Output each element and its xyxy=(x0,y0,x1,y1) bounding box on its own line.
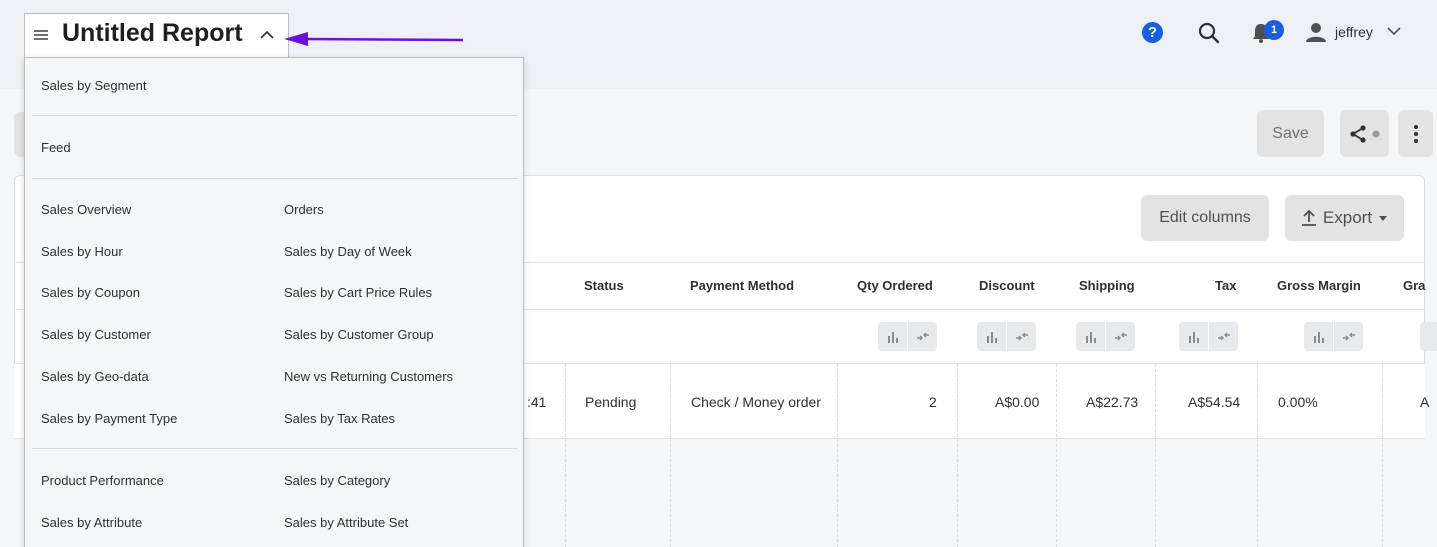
export-button[interactable]: Export xyxy=(1285,195,1404,241)
cell-grand-total-fragment: A xyxy=(1420,394,1430,410)
menu-item-sales-by-customer[interactable]: Sales by Customer xyxy=(41,327,151,342)
search-icon[interactable] xyxy=(1198,22,1220,44)
save-button[interactable]: Save xyxy=(1257,110,1324,157)
report-title[interactable]: Untitled Report xyxy=(62,19,243,48)
menu-item-sales-by-payment-type[interactable]: Sales by Payment Type xyxy=(41,411,177,426)
gross-margin-filter[interactable] xyxy=(1304,322,1363,351)
more-vertical-icon xyxy=(1413,124,1418,143)
edit-columns-button[interactable]: Edit columns xyxy=(1141,195,1269,241)
cell-divider xyxy=(837,364,838,547)
cell-divider xyxy=(1056,364,1057,547)
menu-item-sales-by-coupon[interactable]: Sales by Coupon xyxy=(41,285,140,300)
column-header-shipping[interactable]: Shipping xyxy=(1079,278,1135,293)
tax-filter[interactable] xyxy=(1179,322,1238,351)
menu-item-sales-by-category[interactable]: Sales by Category xyxy=(284,473,390,488)
menu-item-sales-by-customer-group[interactable]: Sales by Customer Group xyxy=(284,327,434,342)
bar-chart-icon[interactable] xyxy=(1076,322,1105,351)
cell-divider xyxy=(670,364,671,547)
compare-icon[interactable] xyxy=(1334,322,1363,351)
cell-divider xyxy=(1155,364,1156,547)
menu-item-sales-by-geo-data[interactable]: Sales by Geo-data xyxy=(41,369,149,384)
column-header-discount[interactable]: Discount xyxy=(979,278,1035,293)
menu-item-new-vs-returning-customers[interactable]: New vs Returning Customers xyxy=(284,369,453,384)
shipping-filter[interactable] xyxy=(1076,322,1135,351)
export-label: Export xyxy=(1322,208,1373,227)
cell-qty-ordered: 2 xyxy=(929,394,937,410)
upload-icon xyxy=(1301,209,1316,226)
username[interactable]: jeffrey xyxy=(1335,24,1373,40)
compare-icon[interactable] xyxy=(908,322,937,351)
menu-item-sales-by-hour[interactable]: Sales by Hour xyxy=(41,244,123,259)
menu-item-sales-by-attribute[interactable]: Sales by Attribute xyxy=(41,515,142,530)
bar-chart-icon[interactable] xyxy=(878,322,907,351)
compare-icon[interactable] xyxy=(1106,322,1135,351)
discount-filter[interactable] xyxy=(977,322,1036,351)
menu-item-sales-by-tax-rates[interactable]: Sales by Tax Rates xyxy=(284,411,395,426)
bar-chart-icon[interactable] xyxy=(1304,322,1333,351)
menu-divider xyxy=(32,115,518,116)
cell-date-fragment: :41 xyxy=(527,394,547,410)
chevron-down-icon[interactable] xyxy=(1387,26,1401,36)
caret-down-icon xyxy=(1379,216,1388,221)
cell-status: Pending xyxy=(585,394,637,410)
cell-payment-method: Check / Money order xyxy=(691,394,821,410)
bar-chart-icon[interactable] xyxy=(1179,322,1208,351)
more-options-button[interactable] xyxy=(1398,110,1433,157)
column-header-status[interactable]: Status xyxy=(584,278,624,293)
menu-divider xyxy=(32,178,518,179)
menu-item-sales-by-day-of-week[interactable]: Sales by Day of Week xyxy=(284,244,412,259)
share-button[interactable] xyxy=(1340,110,1389,157)
notification-badge: 1 xyxy=(1264,20,1284,40)
cell-discount: A$0.00 xyxy=(995,394,1040,410)
column-header-qty-ordered[interactable]: Qty Ordered xyxy=(857,278,933,293)
menu-item-sales-by-segment[interactable]: Sales by Segment xyxy=(41,78,147,93)
menu-item-feed[interactable]: Feed xyxy=(41,140,71,155)
bar-chart-icon[interactable] xyxy=(1420,322,1437,351)
annotation-arrow-icon xyxy=(284,32,464,46)
user-avatar-icon[interactable] xyxy=(1305,21,1327,43)
column-header-grand-total[interactable]: Gra xyxy=(1403,278,1425,293)
bar-chart-icon[interactable] xyxy=(977,322,1006,351)
qty-ordered-filter[interactable] xyxy=(878,322,937,351)
menu-item-product-performance[interactable]: Product Performance xyxy=(41,473,164,488)
menu-item-sales-by-cart-price-rules[interactable]: Sales by Cart Price Rules xyxy=(284,285,432,300)
share-icon xyxy=(1349,124,1379,143)
cell-divider xyxy=(957,364,958,547)
hamburger-menu-icon[interactable] xyxy=(34,29,48,41)
report-type-dropdown: Sales by Segment Feed Sales Overview Ord… xyxy=(24,57,524,547)
column-header-payment-method[interactable]: Payment Method xyxy=(690,278,794,293)
menu-item-orders[interactable]: Orders xyxy=(284,202,324,217)
compare-icon[interactable] xyxy=(1209,322,1238,351)
column-header-gross-margin[interactable]: Gross Margin xyxy=(1277,278,1361,293)
chevron-up-icon[interactable] xyxy=(259,29,275,39)
menu-divider xyxy=(32,448,518,449)
cell-divider xyxy=(1382,364,1383,547)
cell-gross-margin: 0.00% xyxy=(1278,394,1318,410)
cell-divider xyxy=(565,364,566,547)
cell-tax: A$54.54 xyxy=(1188,394,1241,410)
menu-item-sales-overview[interactable]: Sales Overview xyxy=(41,202,131,217)
cell-shipping: A$22.73 xyxy=(1086,394,1139,410)
grand-total-filter-partial[interactable] xyxy=(1420,322,1437,351)
cell-divider xyxy=(1257,364,1258,547)
menu-item-sales-by-attribute-set[interactable]: Sales by Attribute Set xyxy=(284,515,408,530)
help-icon[interactable]: ? xyxy=(1142,22,1163,43)
compare-icon[interactable] xyxy=(1007,322,1036,351)
column-header-tax[interactable]: Tax xyxy=(1215,278,1236,293)
